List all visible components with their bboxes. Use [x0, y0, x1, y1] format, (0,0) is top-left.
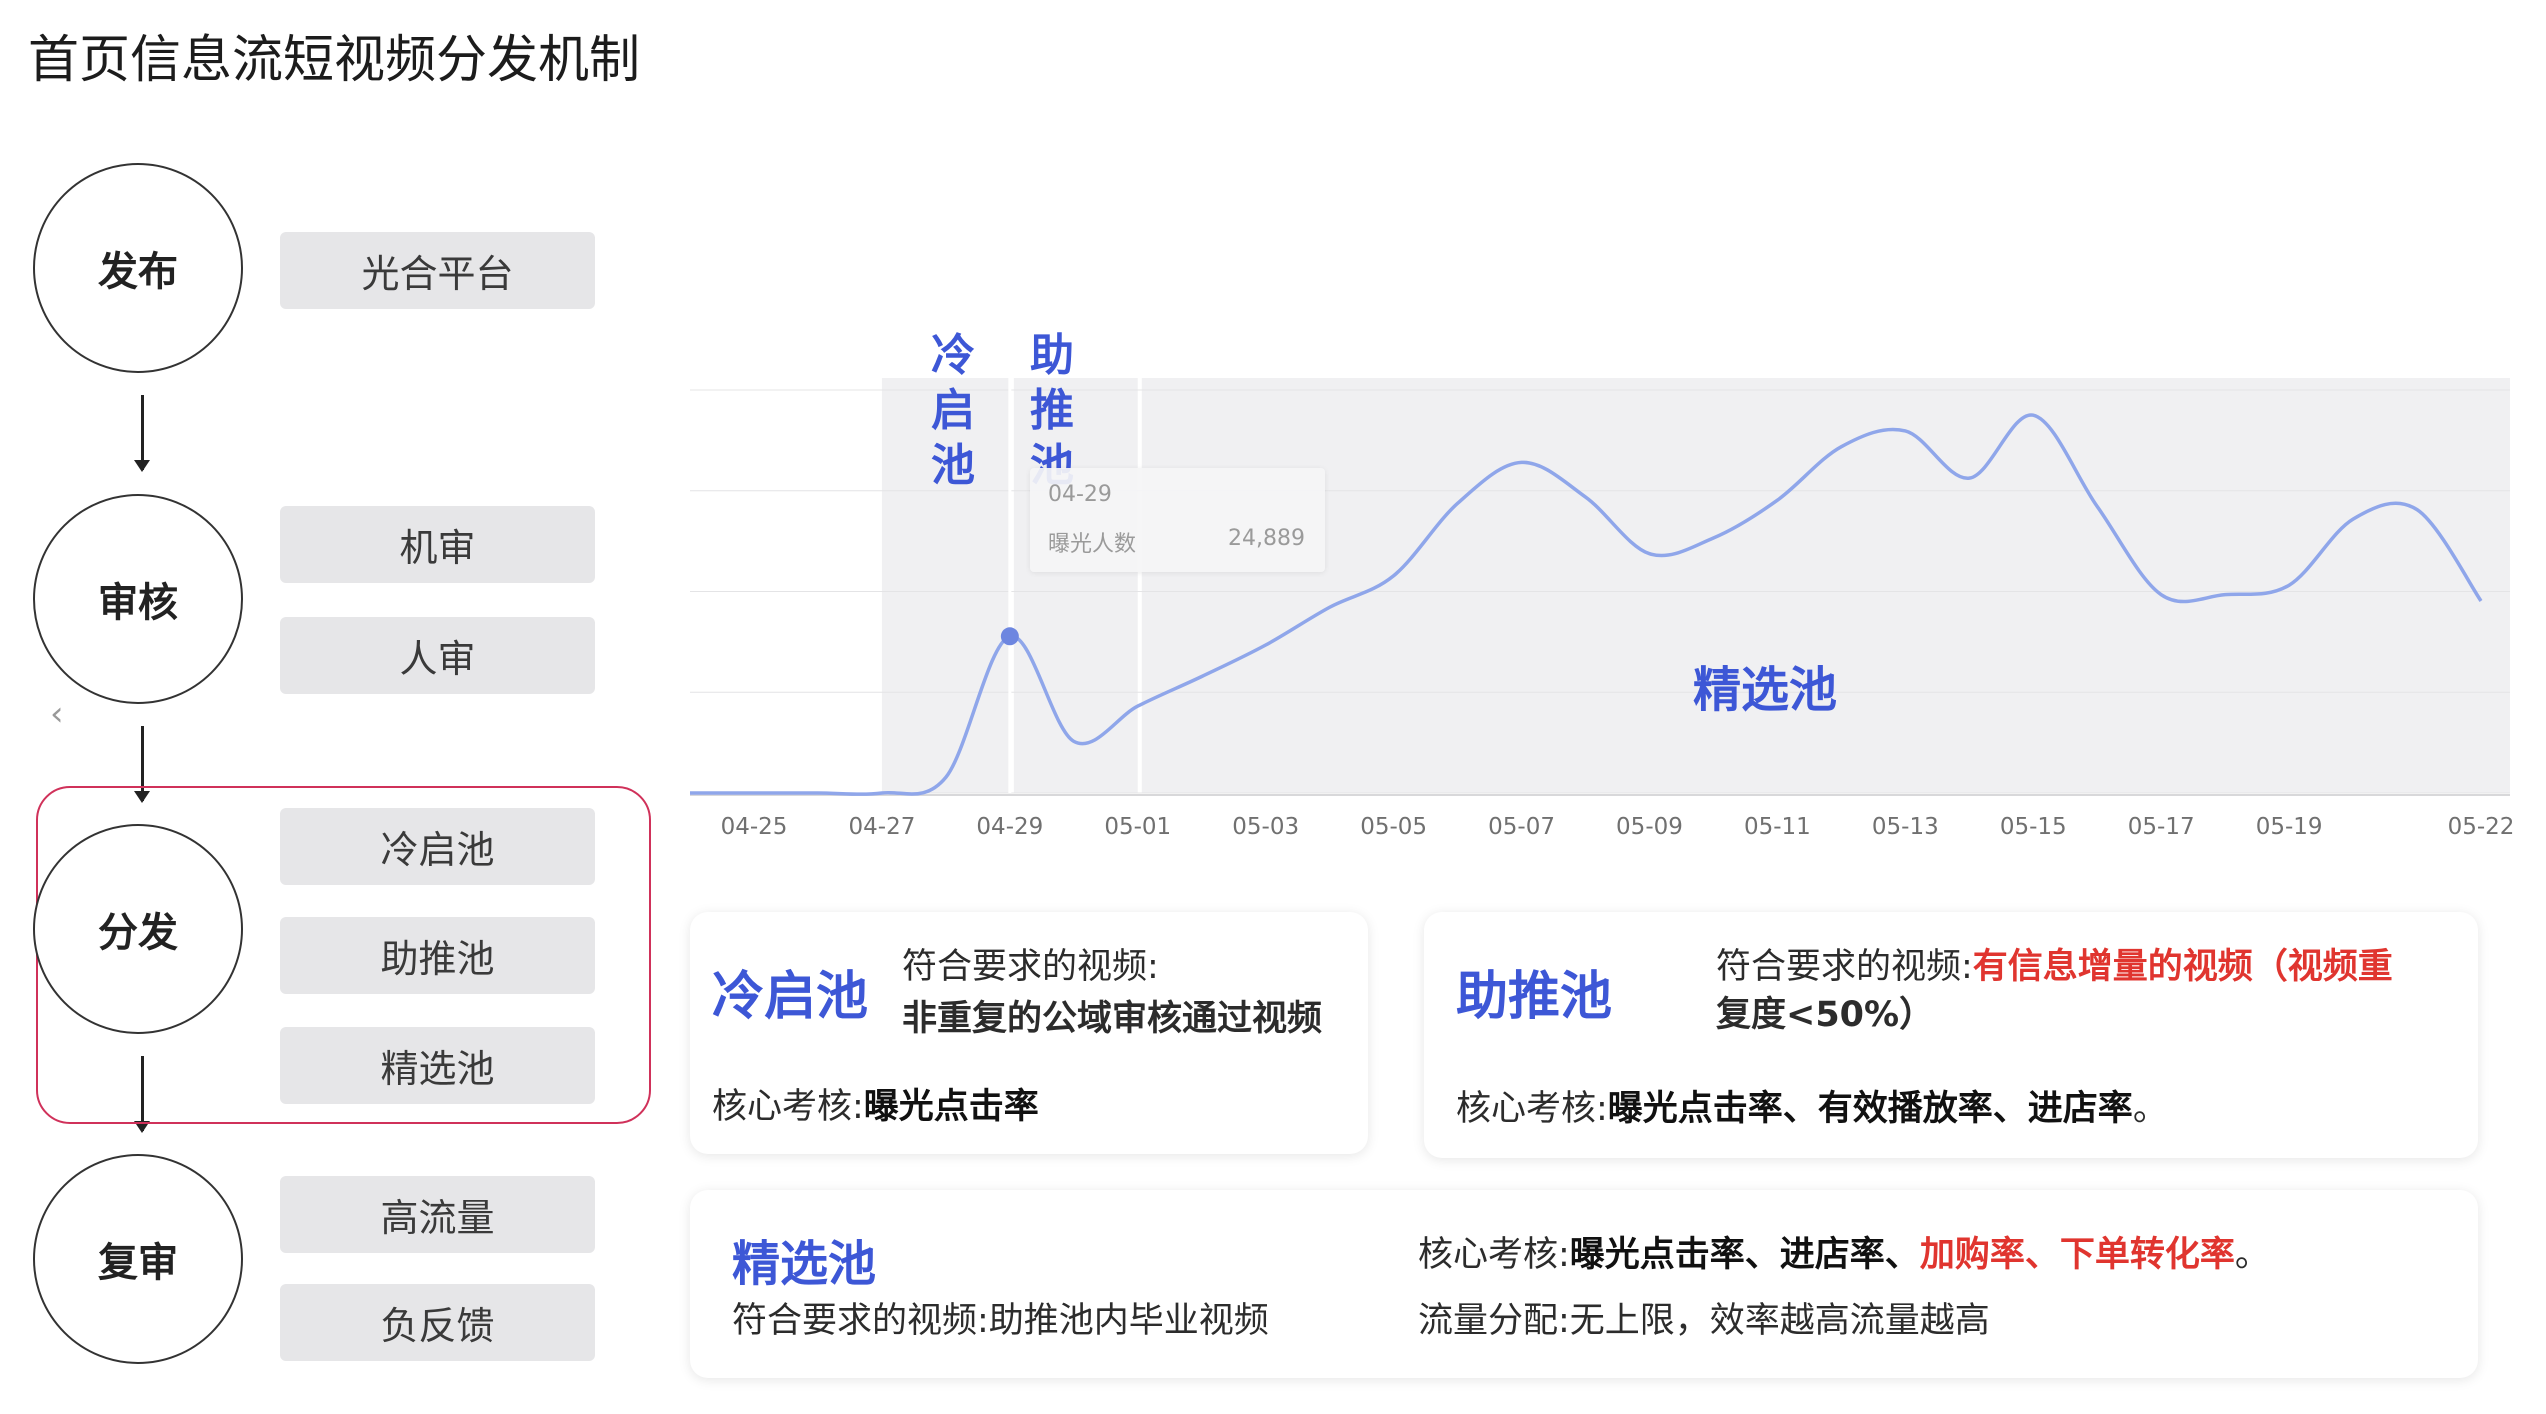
x-tick-label: 05-11 — [1744, 814, 1811, 840]
x-tick-label: 05-03 — [1232, 814, 1299, 840]
page-title: 首页信息流短视频分发机制 — [28, 31, 641, 90]
card-title: 冷启池 — [712, 967, 869, 1027]
card-kpi: 核心考核:曝光点击率 — [712, 1087, 1039, 1127]
x-tick-label: 05-07 — [1488, 814, 1555, 840]
x-tick-label: 05-17 — [2128, 814, 2195, 840]
x-tick-label: 05-13 — [1872, 814, 1939, 840]
stage-recheck: 复审 — [33, 1154, 243, 1364]
tooltip-metric: 曝光人数 — [1048, 532, 1137, 557]
x-tick-label: 05-22 — [2448, 814, 2515, 840]
card-req-value-line2: 复度<50%） — [1716, 995, 1935, 1035]
card-req: 符合要求的视频:助推池内毕业视频 — [732, 1301, 1269, 1341]
x-tick-label: 05-19 — [2256, 814, 2323, 840]
stage-publish: 发布 — [33, 163, 243, 373]
highlight-point — [1000, 627, 1019, 646]
card-traffic: 流量分配:无上限，效率越高流量越高 — [1418, 1301, 1990, 1341]
x-tick-label: 05-15 — [2000, 814, 2067, 840]
shaded-range — [1141, 378, 2510, 793]
x-tick-label: 04-29 — [976, 814, 1043, 840]
chip-boost-pool: 助推池 — [280, 917, 595, 994]
x-tick-label: 05-01 — [1104, 814, 1171, 840]
chevron-left-icon[interactable]: ‹ — [50, 694, 64, 734]
x-tick-label: 04-27 — [849, 814, 916, 840]
card-cold-pool: 冷启池 符合要求的视频: 非重复的公域审核通过视频 核心考核:曝光点击率 — [690, 912, 1368, 1154]
card-req-label: 符合要求的视频: — [902, 947, 1159, 987]
chart-label-select-pool: 精选池 — [1693, 662, 1838, 718]
card-kpi: 核心考核:曝光点击率、有效播放率、进店率。 — [1456, 1089, 2168, 1129]
card-title: 精选池 — [732, 1236, 877, 1292]
card-title: 助推池 — [1456, 967, 1613, 1027]
chip-machine-review: 机审 — [280, 506, 595, 583]
chart-tooltip: 04-29 曝光人数 24,889 — [1030, 468, 1325, 572]
card-req: 符合要求的视频:有信息增量的视频（视频重 — [1716, 947, 2393, 987]
tooltip-value: 24,889 — [1228, 526, 1305, 551]
flow-arrow — [134, 395, 150, 472]
chip-negative-feedback: 负反馈 — [280, 1284, 595, 1361]
card-select-pool: 精选池 符合要求的视频:助推池内毕业视频 核心考核:曝光点击率、进店率、加购率、… — [690, 1190, 2478, 1378]
x-tick-label: 05-09 — [1616, 814, 1683, 840]
card-boost-pool: 助推池 符合要求的视频:有信息增量的视频（视频重 复度<50%） 核心考核:曝光… — [1424, 912, 2478, 1158]
stage-distribute: 分发 — [33, 824, 243, 1034]
chip-human-review: 人审 — [280, 617, 595, 694]
chip-guanghe-platform: 光合平台 — [280, 232, 595, 309]
x-tick-label: 05-05 — [1360, 814, 1427, 840]
card-kpi: 核心考核:曝光点击率、进店率、加购率、下单转化率。 — [1418, 1235, 2270, 1275]
chip-select-pool: 精选池 — [280, 1027, 595, 1104]
stage-review: 审核 — [33, 494, 243, 704]
x-tick-label: 04-25 — [721, 814, 788, 840]
card-req-value: 非重复的公域审核通过视频 — [902, 999, 1323, 1039]
chip-high-traffic: 高流量 — [280, 1176, 595, 1253]
tooltip-date: 04-29 — [1048, 482, 1112, 507]
chip-cold-pool: 冷启池 — [280, 808, 595, 885]
chart-label-cold-pool: 冷启池 — [931, 330, 975, 491]
